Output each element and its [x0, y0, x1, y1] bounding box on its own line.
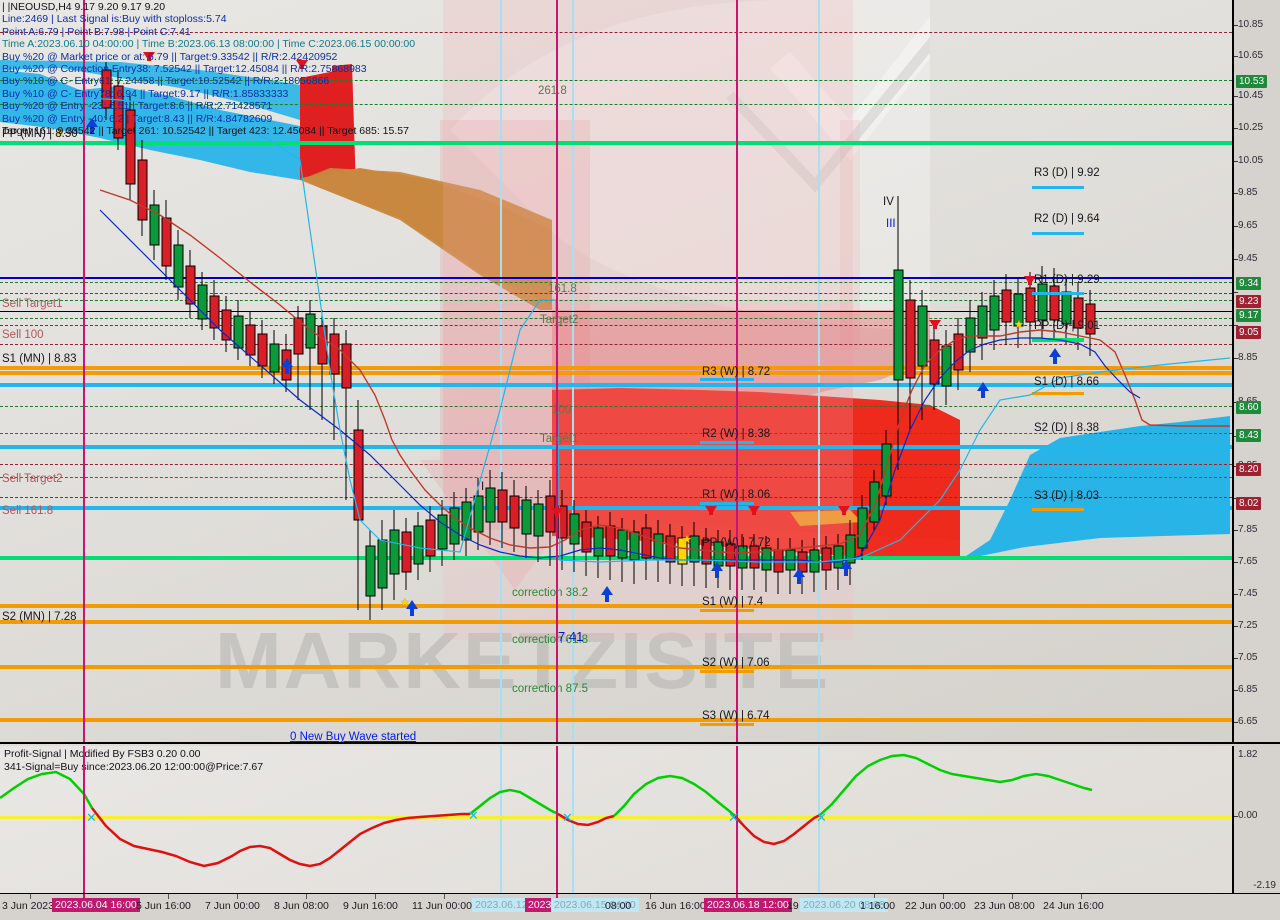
indicator-tick: 0.00 — [1238, 810, 1258, 821]
sell-label-target2: Sell Target2 — [2, 473, 63, 485]
level-label-s2-daily: S2 (D) | 8.38 — [1034, 422, 1099, 434]
time-label: 19 — [787, 900, 799, 912]
fib-label-100: 100 — [552, 404, 572, 416]
buy-arrow — [711, 562, 723, 578]
level-label-s3-weekly: S3 (W) | 6.74 — [702, 710, 770, 722]
sell-arrow — [143, 52, 155, 61]
sell-arrow — [929, 320, 941, 329]
time-label: 11 Jun 00:00 — [412, 900, 472, 912]
fib-label-target2: Target2 — [540, 314, 579, 326]
indicator-header: Profit-Signal | Modified By FSB3 0.20 0.… — [4, 748, 263, 774]
buy-arrow — [840, 560, 852, 576]
level-label-pp-daily: PP (D) | 9.01 — [1034, 320, 1101, 332]
sell-label-1618: Sell 161.8 — [2, 505, 54, 517]
fib-label-target1: Target1 — [540, 433, 579, 445]
buy-arrow — [977, 382, 989, 398]
indicator-signal: 341-Signal=Buy since:2023.06.20 12:00:00… — [4, 761, 264, 773]
sell-arrow — [551, 508, 563, 517]
level-label-s1-monthly: S1 (MN) | 8.83 — [2, 353, 77, 365]
time-label-selected: 2023 — [525, 898, 555, 912]
sell-arrow — [748, 506, 760, 515]
wave-label-1: I — [481, 481, 485, 493]
vline-selected-1 — [83, 0, 85, 742]
buy-arrow — [793, 568, 805, 584]
star-marker: ★ — [400, 597, 410, 609]
sell-arrow — [705, 506, 717, 515]
indicator-scale[interactable]: 1.82 0.00 — [1232, 746, 1280, 893]
level-label-s3-daily: S3 (D) | 8.03 — [1034, 490, 1099, 502]
time-label: 9 Jun 16:00 — [343, 900, 398, 912]
level-label-r1-weekly: R1 (W) | 8.06 — [702, 489, 771, 501]
level-label-r2-weekly: R2 (W) | 8.38 — [702, 428, 771, 440]
time-axis[interactable]: -2.19 3 Jun 2023 2023.06.04 16:00 5 Jun … — [0, 880, 1280, 920]
profit-signal-indicator-pane[interactable]: Profit-Signal | Modified By FSB3 0.20 0.… — [0, 746, 1280, 894]
star-marker: ★ — [1014, 319, 1024, 331]
time-label-selected: 2023.06.04 16:00 — [52, 898, 140, 912]
level-label-pp-weekly: PP (W) | 7.72 — [702, 537, 771, 549]
buy-arrow — [86, 118, 98, 134]
trading-terminal-window: MARKETZISITE ★ ★ ★ ★ R3 (D) | 9.92 R2 (D… — [0, 0, 1280, 920]
time-label-selected: 2023.06.18 12:00 — [704, 898, 792, 912]
signal-cross-marker: ✕ — [728, 810, 739, 825]
price-tick: 10.85 — [1238, 19, 1264, 30]
moving-average-overlay — [0, 91, 1231, 563]
new-wave-annotation[interactable]: 0 New Buy Wave started — [290, 731, 416, 742]
sell-arrow — [838, 506, 850, 515]
star-marker: ★ — [682, 534, 692, 546]
level-label-s2-monthly: S2 (MN) | 7.28 — [2, 611, 77, 623]
correction-label-382: correction 38.2 — [512, 587, 589, 599]
level-label-r2-daily: R2 (D) | 9.64 — [1034, 213, 1100, 225]
time-label: 22 Jun 00:00 — [905, 900, 966, 912]
fib-label-261: 261.8 — [538, 85, 567, 97]
level-label-r1-daily: R1 (D) | 9.29 — [1034, 274, 1100, 286]
signal-cross-marker: ✕ — [816, 810, 827, 825]
buy-arrow — [1049, 348, 1061, 364]
time-label: 3 Jun 2023 — [2, 900, 54, 912]
signal-cross-marker: ✕ — [86, 810, 97, 825]
buy-arrow — [601, 586, 613, 602]
time-label: 24 Jun 16:00 — [1043, 900, 1104, 912]
buy-arrow — [281, 358, 293, 374]
sell-arrow — [296, 60, 308, 69]
indicator-tick: 1.82 — [1238, 749, 1258, 760]
indicator-vline-2 — [556, 746, 558, 893]
time-label: 5 Jun 16:00 — [136, 900, 191, 912]
wave-label-3: III — [886, 218, 896, 230]
time-label: 08:00 — [605, 900, 632, 912]
price-tick: 6.85 — [1238, 684, 1258, 695]
indicator-vline-1 — [83, 746, 85, 893]
signal-cross-marker: ✕ — [562, 810, 573, 825]
main-chart-pane[interactable]: MARKETZISITE ★ ★ ★ ★ R3 (D) | 9.92 R2 (D… — [0, 0, 1280, 744]
level-label-r3-weekly: R3 (W) | 8.72 — [702, 366, 771, 378]
time-label: 8 Jun 08:00 — [274, 900, 329, 912]
fib-value-741: 7.41 — [558, 629, 584, 644]
signal-cross-marker: ✕ — [468, 808, 479, 823]
time-label: 1 16:00 — [860, 900, 896, 912]
time-label: 7 Jun 00:00 — [205, 900, 260, 912]
level-label-s1-daily: S1 (D) | 8.66 — [1034, 376, 1099, 388]
price-tick: 6.65 — [1238, 716, 1258, 727]
indicator-min-value: -2.19 — [1253, 880, 1276, 891]
level-label-r3-daily: R3 (D) | 9.92 — [1034, 167, 1100, 179]
sell-label-100: Sell 100 — [2, 329, 44, 341]
sell-label-target1: Sell Target1 — [2, 298, 63, 310]
indicator-title: Profit-Signal | Modified By FSB3 0.20 0.… — [4, 748, 201, 760]
level-label-pp-monthly: PP (MN) | 8.50 — [2, 128, 78, 140]
wave-label-4: IV — [883, 196, 894, 208]
time-label: 23 Jun 08:00 — [974, 900, 1035, 912]
fib-label-161: 161.8 — [548, 283, 577, 295]
correction-label-875: correction 87.5 — [512, 683, 589, 695]
time-label: 16 Jun 16:00 — [645, 900, 706, 912]
level-label-s1-weekly: S1 (W) | 7.4 — [702, 596, 764, 608]
level-label-s2-weekly: S2 (W) | 7.06 — [702, 657, 770, 669]
